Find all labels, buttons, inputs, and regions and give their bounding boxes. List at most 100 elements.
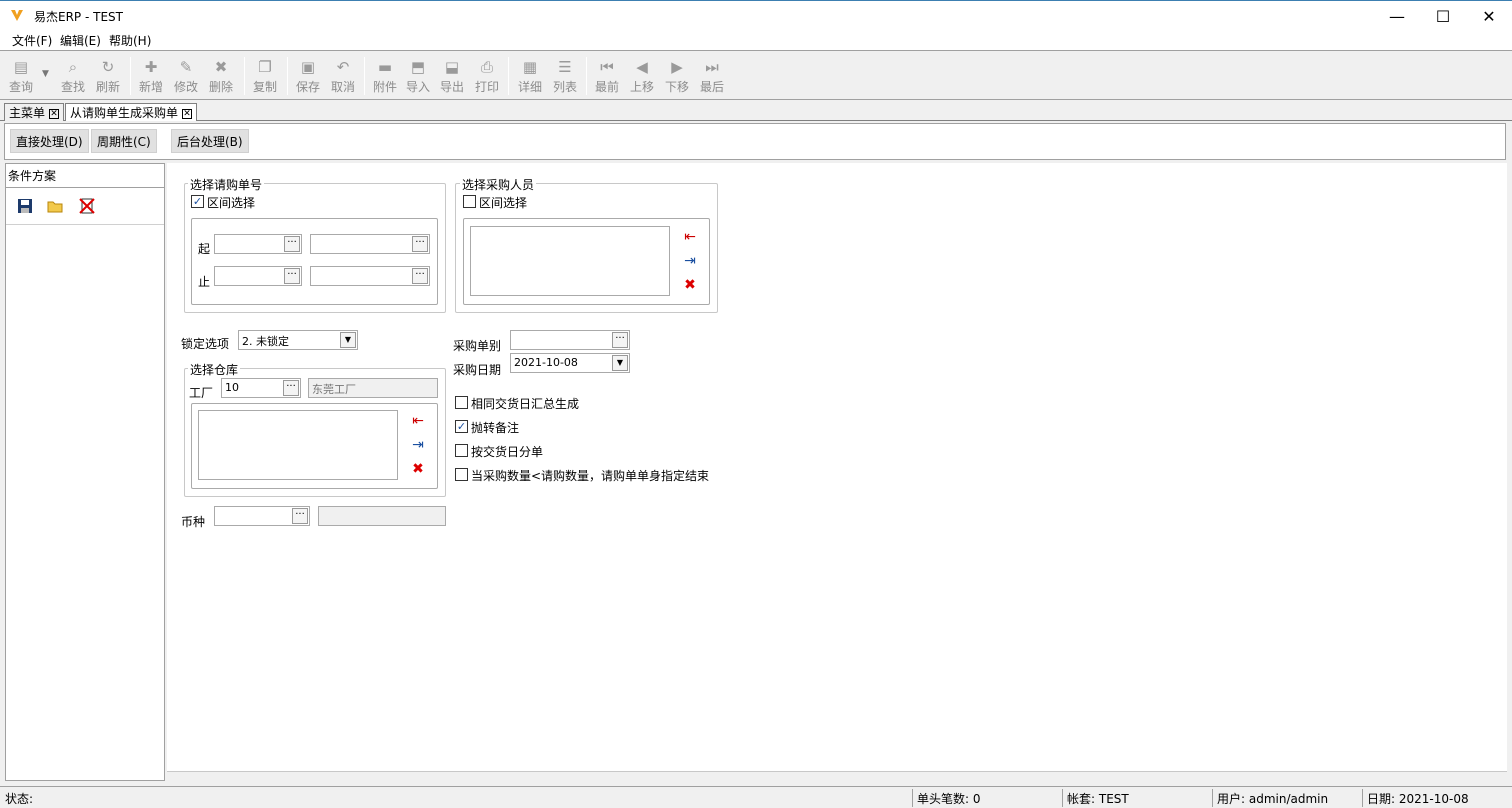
toolbar: ▤ 查询 ▼ ⌕ 查找 ↻ 刷新 ✚ 新增 ✎ 修改 ✖ 删除 ❐ 复制 ▣ 保存 ↶ 取消 ▬ 附件 ⬒ 导入 ⬓ 导出 ⎙ 打印… [0,50,1512,100]
toolbar-import-button[interactable]: ⬒ 导入 [401,57,435,99]
toolbar-button-label: 保存 [295,80,320,94]
list-icon: ☰ [558,58,572,76]
warehouse-list[interactable] [198,410,398,480]
req-start-from-lookup-button[interactable]: ··· [284,236,300,252]
toolbar-attach-button[interactable]: ▬ 附件 [368,57,402,99]
main-form: 选择请购单号 ✓ 区间选择 起 止 ··· ··· ··· ··· 选择采购人员… [167,163,1507,781]
save-scheme-icon[interactable] [17,198,33,214]
toolbar-first-button[interactable]: ⏮ 最前 [590,57,624,99]
maximize-button[interactable]: ☐ [1420,1,1466,31]
remove-warehouse-icon[interactable]: ⇥ [409,436,427,454]
toolbar-separator [130,57,131,95]
app-logo-icon [11,10,23,21]
toolbar-separator [244,57,245,95]
periodic-button[interactable]: 周期性(C) [91,129,157,153]
option-same-delivery-checkbox[interactable] [455,396,468,409]
toolbar-last-button[interactable]: ⏭ 最后 [695,57,729,99]
toolbar-list-button[interactable]: ☰ 列表 [548,57,582,99]
lock-option-value: 2. 未锁定 [242,335,289,348]
delete-scheme-icon[interactable] [78,197,96,215]
tab-close-icon[interactable]: ✕ [49,108,60,119]
tab-main-menu-label: 主菜单 [9,106,46,120]
copy-icon: ❐ [258,58,272,76]
factory-code-value: 10 [225,381,239,394]
menu-edit[interactable]: 编辑(E) [60,32,101,49]
toolbar-button-label: 上移 [629,80,654,94]
buyer-group-label: 选择采购人员 [460,176,537,193]
horizontal-scrollbar[interactable] [167,771,1507,781]
condition-panel-toolbar [6,189,164,225]
close-button[interactable]: ✕ [1466,1,1512,31]
toolbar-save-button[interactable]: ▣ 保存 [291,57,325,99]
option-split-by-delivery-checkbox[interactable] [455,444,468,457]
currency-lookup-button[interactable]: ··· [292,508,308,524]
query-dropdown-icon[interactable]: ▼ [42,69,49,79]
toolbar-export-button[interactable]: ⬓ 导出 [435,57,469,99]
requisition-range-checkbox[interactable]: ✓ [191,195,204,208]
toolbar-edit-button[interactable]: ✎ 修改 [169,57,203,99]
factory-lookup-button[interactable]: ··· [283,380,299,396]
save-icon: ▣ [300,58,316,76]
direct-process-button[interactable]: 直接处理(D) [10,129,89,153]
toolbar-detail-button[interactable]: ▦ 详细 [513,57,547,99]
clear-warehouse-icon[interactable]: ✖ [409,460,427,478]
po-type-lookup-button[interactable]: ··· [612,332,628,348]
po-date-dropdown-button[interactable]: ▼ [612,355,628,371]
option-split-by-delivery-label: 按交货日分单 [471,445,544,459]
toolbar-find-button[interactable]: ⌕ 查找 [56,57,90,99]
tab-close-icon[interactable]: ✕ [182,108,193,119]
option-transfer-remarks-label: 抛转备注 [471,421,520,435]
toolbar-copy-button[interactable]: ❐ 复制 [248,57,282,99]
tab-main-menu[interactable]: 主菜单 ✕ [4,103,65,121]
toolbar-button-label: 取消 [330,80,355,94]
toolbar-button-label: 查询 [8,80,33,94]
prev-icon: ◀ [636,58,648,76]
add-item-icon[interactable]: ⇤ [681,228,699,246]
toolbar-add-button[interactable]: ✚ 新增 [134,57,168,99]
req-start-to-lookup-button[interactable]: ··· [412,236,428,252]
import-icon: ⬒ [410,58,426,76]
delete-icon: ✖ [214,58,228,76]
clear-items-icon[interactable]: ✖ [681,276,699,294]
next-icon: ▶ [671,58,683,76]
option-close-requisition-checkbox[interactable] [455,468,468,481]
remove-item-icon[interactable]: ⇥ [681,252,699,270]
warehouse-group-label: 选择仓库 [188,361,241,378]
status-divider [1362,789,1363,807]
toolbar-separator [586,57,587,95]
edit-icon: ✎ [179,58,193,76]
toolbar-prev-button[interactable]: ◀ 上移 [625,57,659,99]
background-process-button[interactable]: 后台处理(B) [171,129,249,153]
lock-option-dropdown-button[interactable]: ▼ [340,332,356,348]
buyer-list[interactable] [470,226,670,296]
po-type-label: 采购单别 [453,339,502,353]
req-end-from-lookup-button[interactable]: ··· [284,268,300,284]
option-transfer-remarks-checkbox[interactable]: ✓ [455,420,468,433]
add-warehouse-icon[interactable]: ⇤ [409,412,427,430]
toolbar-undo-button[interactable]: ↶ 取消 [326,57,360,99]
end-label: 止 [198,275,211,289]
find-icon: ⌕ [68,58,78,76]
toolbar-delete-button[interactable]: ✖ 删除 [204,57,238,99]
status-bar: 状态: 单头笔数: 0 帐套: TEST 用户: admin/admin 日期:… [0,786,1512,808]
open-folder-icon[interactable] [47,198,65,214]
status-divider [1212,789,1213,807]
status-text: 状态: [5,792,34,806]
tab-generate-po[interactable]: 从请购单生成采购单 ✕ [65,103,198,121]
currency-name-field [318,506,446,526]
buyer-range-checkbox[interactable] [463,195,476,208]
status-divider [912,789,913,807]
toolbar-query-button[interactable]: ▤ 查询 [4,57,38,99]
toolbar-next-button[interactable]: ▶ 下移 [660,57,694,99]
toolbar-refresh-button[interactable]: ↻ 刷新 [91,57,125,99]
last-icon: ⏭ [705,58,719,76]
toolbar-separator [364,57,365,95]
print-icon: ⎙ [480,58,493,76]
req-end-to-lookup-button[interactable]: ··· [412,268,428,284]
menu-file[interactable]: 文件(F) [12,32,52,49]
condition-panel: 条件方案 [5,163,165,781]
toolbar-print-button[interactable]: ⎙ 打印 [470,57,504,99]
menu-help[interactable]: 帮助(H) [109,32,151,49]
minimize-button[interactable]: — [1374,1,1420,31]
tab-generate-po-label: 从请购单生成采购单 [70,106,179,120]
